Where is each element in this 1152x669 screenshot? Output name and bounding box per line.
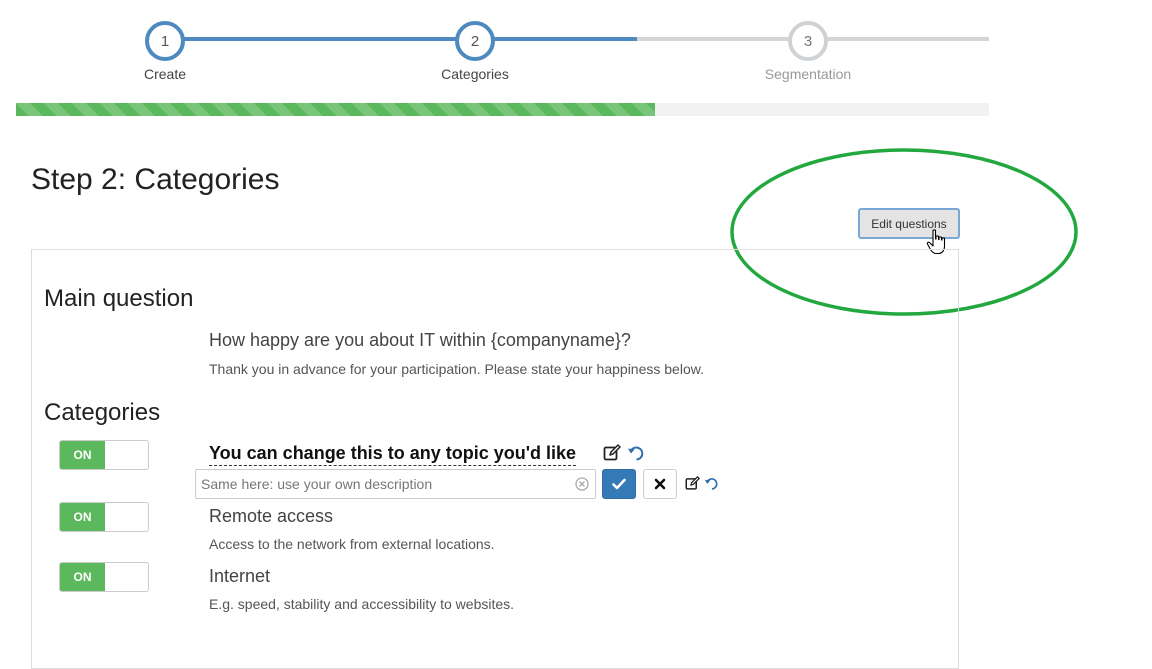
step-3-label: Segmentation [764,66,852,82]
toggle-on-label: ON [60,441,105,469]
confirm-edit-button[interactable] [602,469,636,499]
page-title: Step 2: Categories [31,163,280,196]
category-3-toggle[interactable]: ON [59,562,149,592]
checkmark-icon [612,478,626,490]
progress-bar [16,103,989,116]
category-3-title[interactable]: Internet [209,566,270,587]
category-1-toggle[interactable]: ON [59,440,149,470]
toggle-on-label: ON [60,563,105,591]
category-1-title[interactable]: You can change this to any topic you'd l… [209,443,577,466]
clear-input-icon[interactable] [575,477,589,491]
category-2-title[interactable]: Remote access [209,506,333,527]
category-3-description[interactable]: E.g. speed, stability and accessibility … [209,596,514,612]
category-2-description[interactable]: Access to the network from external loca… [209,536,495,552]
step-2-label: Categories [441,66,509,82]
description-undo-icon[interactable] [704,476,719,491]
category-2-toggle[interactable]: ON [59,502,149,532]
step-1-label: Create [143,66,187,82]
main-question-heading: Main question [44,285,194,312]
toggle-on-label: ON [60,503,105,531]
wizard-stepper: 1 Create 2 Categories 3 Segmentation [0,0,1152,116]
main-question-description: Thank you in advance for your participat… [209,361,704,377]
description-edit-icon[interactable] [685,476,700,491]
step-3-circle[interactable]: 3 [788,21,828,61]
cancel-edit-button[interactable] [643,469,677,499]
step-1-circle[interactable]: 1 [145,21,185,61]
progress-bar-fill [16,103,656,116]
categories-heading: Categories [44,399,161,426]
step-2-circle[interactable]: 2 [455,21,495,61]
undo-icon[interactable] [627,444,645,462]
stepper-track-completed [183,37,637,41]
category-1-description-input[interactable] [195,469,596,499]
close-icon [654,478,666,490]
main-question-text: How happy are you about IT within {compa… [209,330,631,350]
edit-icon[interactable] [603,444,621,462]
